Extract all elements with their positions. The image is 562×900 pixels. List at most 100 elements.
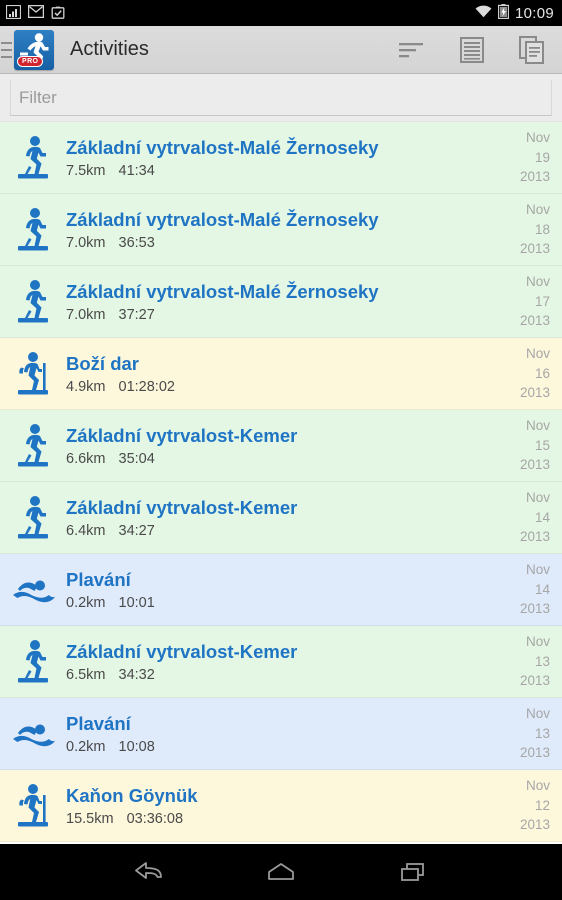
activity-distance: 4.9km (66, 379, 106, 396)
activity-row[interactable]: Základní vytrvalost-Kemer 6.6km 35:04 Nov 15… (0, 410, 562, 482)
activity-date-day: 17 (534, 293, 550, 309)
activity-date-month: Nov (525, 130, 550, 146)
skiing-icon (8, 418, 60, 474)
activity-date-month: Nov (525, 562, 550, 578)
activity-title: Plavání (66, 712, 131, 734)
activity-date-day: 15 (534, 437, 550, 453)
skiing-icon (8, 202, 60, 258)
activity-date-day: 14 (534, 509, 550, 525)
activity-row[interactable]: Základní vytrvalost-Kemer 6.4km 34:27 Nov 14… (0, 482, 562, 554)
activity-title: Základní vytrvalost-Malé Žernoseky (66, 136, 379, 158)
activity-distance: 7.0km (66, 235, 106, 252)
activity-duration: 41:34 (118, 163, 155, 180)
status-bar-left-icons (5, 4, 65, 22)
home-icon[interactable] (258, 852, 304, 892)
activity-date-year: 2013 (519, 169, 550, 185)
activity-distance: 6.6km (66, 451, 106, 468)
activity-list[interactable]: Základní vytrvalost-Malé Žernoseky 7.5km 4… (0, 122, 562, 844)
android-screen: 10:09 PRO Activities Filter Základní vyt… (0, 0, 562, 900)
activity-stats: 15.5km 03:36:08 (66, 811, 508, 827)
swimming-icon (8, 706, 60, 762)
activity-date: Nov 14 2013 (508, 560, 550, 619)
activity-date: Nov 13 2013 (508, 704, 550, 763)
hiking-icon (8, 346, 60, 402)
activity-duration: 34:32 (118, 667, 155, 684)
drawer-line (1, 55, 12, 58)
activity-date-year: 2013 (519, 745, 550, 761)
status-bar-clock: 10:09 (514, 4, 554, 22)
list-view-icon[interactable] (442, 26, 502, 74)
activity-duration: 37:27 (118, 307, 155, 324)
activity-date-year: 2013 (519, 817, 550, 833)
activity-date: Nov 15 2013 (508, 416, 550, 475)
skiing-icon (8, 130, 60, 186)
action-bar: PRO Activities (0, 26, 562, 74)
activity-duration: 10:08 (118, 739, 155, 756)
page-title: Activities (70, 38, 149, 60)
search-input[interactable] (19, 87, 551, 108)
activity-distance: 7.0km (66, 307, 106, 324)
gmail-icon (27, 4, 45, 21)
activity-date: Nov 14 2013 (508, 488, 550, 547)
activity-title: Základní vytrvalost-Malé Žernoseky (66, 208, 379, 230)
activity-row[interactable]: Plavání 0.2km 10:08 Nov 13 2013 (0, 698, 562, 770)
activity-date-day: 13 (534, 653, 550, 669)
filter-field[interactable] (10, 80, 552, 116)
activity-title: Základní vytrvalost-Kemer (66, 496, 298, 518)
activity-row-body: Základní vytrvalost-Kemer 6.6km 35:04 (60, 424, 508, 467)
activity-row[interactable]: Základní vytrvalost-Malé Žernoseky 7.0km 3… (0, 194, 562, 266)
activity-row[interactable]: Základní vytrvalost-Malé Žernoseky 7.0km 3… (0, 266, 562, 338)
activity-date-day: 16 (534, 365, 550, 381)
sort-icon[interactable] (382, 26, 442, 74)
activity-date-day: 18 (534, 221, 550, 237)
activity-row-body: Plavání 0.2km 10:08 (60, 712, 508, 755)
back-icon[interactable] (126, 852, 172, 892)
activity-distance: 0.2km (66, 595, 106, 612)
activity-stats: 7.0km 37:27 (66, 307, 508, 323)
activity-distance: 6.4km (66, 523, 106, 540)
hiking-icon (8, 778, 60, 834)
activity-stats: 7.0km 36:53 (66, 235, 508, 251)
activity-row[interactable]: Základní vytrvalost-Kemer 6.5km 34:32 Nov 13… (0, 626, 562, 698)
recents-icon[interactable] (390, 852, 436, 892)
drawer-handle[interactable] (0, 26, 13, 74)
activity-row[interactable]: Boží dar 4.9km 01:28:02 Nov 16 2013 (0, 338, 562, 410)
skiing-icon (8, 634, 60, 690)
activity-title: Základní vytrvalost-Malé Žernoseky (66, 280, 379, 302)
activity-date: Nov 18 2013 (508, 200, 550, 259)
activity-row[interactable]: Kaňon Göynük 15.5km 03:36:08 Nov 12 2013 (0, 770, 562, 842)
activity-row[interactable]: Plavání 0.2km 10:01 Nov 14 2013 (0, 554, 562, 626)
activity-title: Kaňon Göynük (66, 784, 198, 806)
activity-date: Nov 19 2013 (508, 128, 550, 187)
activity-title: Základní vytrvalost-Kemer (66, 424, 298, 446)
activity-date: Nov 12 2013 (508, 776, 550, 835)
activity-stats: 7.5km 41:34 (66, 163, 508, 179)
activity-date: Nov 17 2013 (508, 272, 550, 331)
activity-row-body: Kaňon Göynük 15.5km 03:36:08 (60, 784, 508, 827)
activity-date-month: Nov (525, 346, 550, 362)
tasks-check-icon (51, 5, 65, 22)
activity-date-year: 2013 (519, 313, 550, 329)
activity-distance: 0.2km (66, 739, 106, 756)
copy-pages-icon[interactable] (502, 26, 562, 74)
activity-date: Nov 13 2013 (508, 632, 550, 691)
activity-date-day: 12 (534, 797, 550, 813)
activity-duration: 36:53 (118, 235, 155, 252)
activity-date-day: 13 (534, 725, 550, 741)
activity-stats: 4.9km 01:28:02 (66, 379, 508, 395)
activity-date-month: Nov (525, 490, 550, 506)
activity-title: Základní vytrvalost-Kemer (66, 640, 298, 662)
activity-duration: 10:01 (118, 595, 155, 612)
activity-row[interactable]: Základní vytrvalost-Malé Žernoseky 7.5km 4… (0, 122, 562, 194)
activity-date-month: Nov (525, 634, 550, 650)
activity-title: Plavání (66, 568, 131, 590)
activity-date-year: 2013 (519, 457, 550, 473)
activity-date-year: 2013 (519, 241, 550, 257)
signal-bars-icon (5, 4, 22, 22)
runtastic-pro-app-icon[interactable]: PRO (14, 29, 54, 70)
skiing-icon (8, 490, 60, 546)
activity-row-body: Plavání 0.2km 10:01 (60, 568, 508, 611)
activity-duration: 03:36:08 (126, 811, 184, 828)
activity-date-day: 19 (534, 149, 550, 165)
status-bar: 10:09 (0, 0, 562, 26)
